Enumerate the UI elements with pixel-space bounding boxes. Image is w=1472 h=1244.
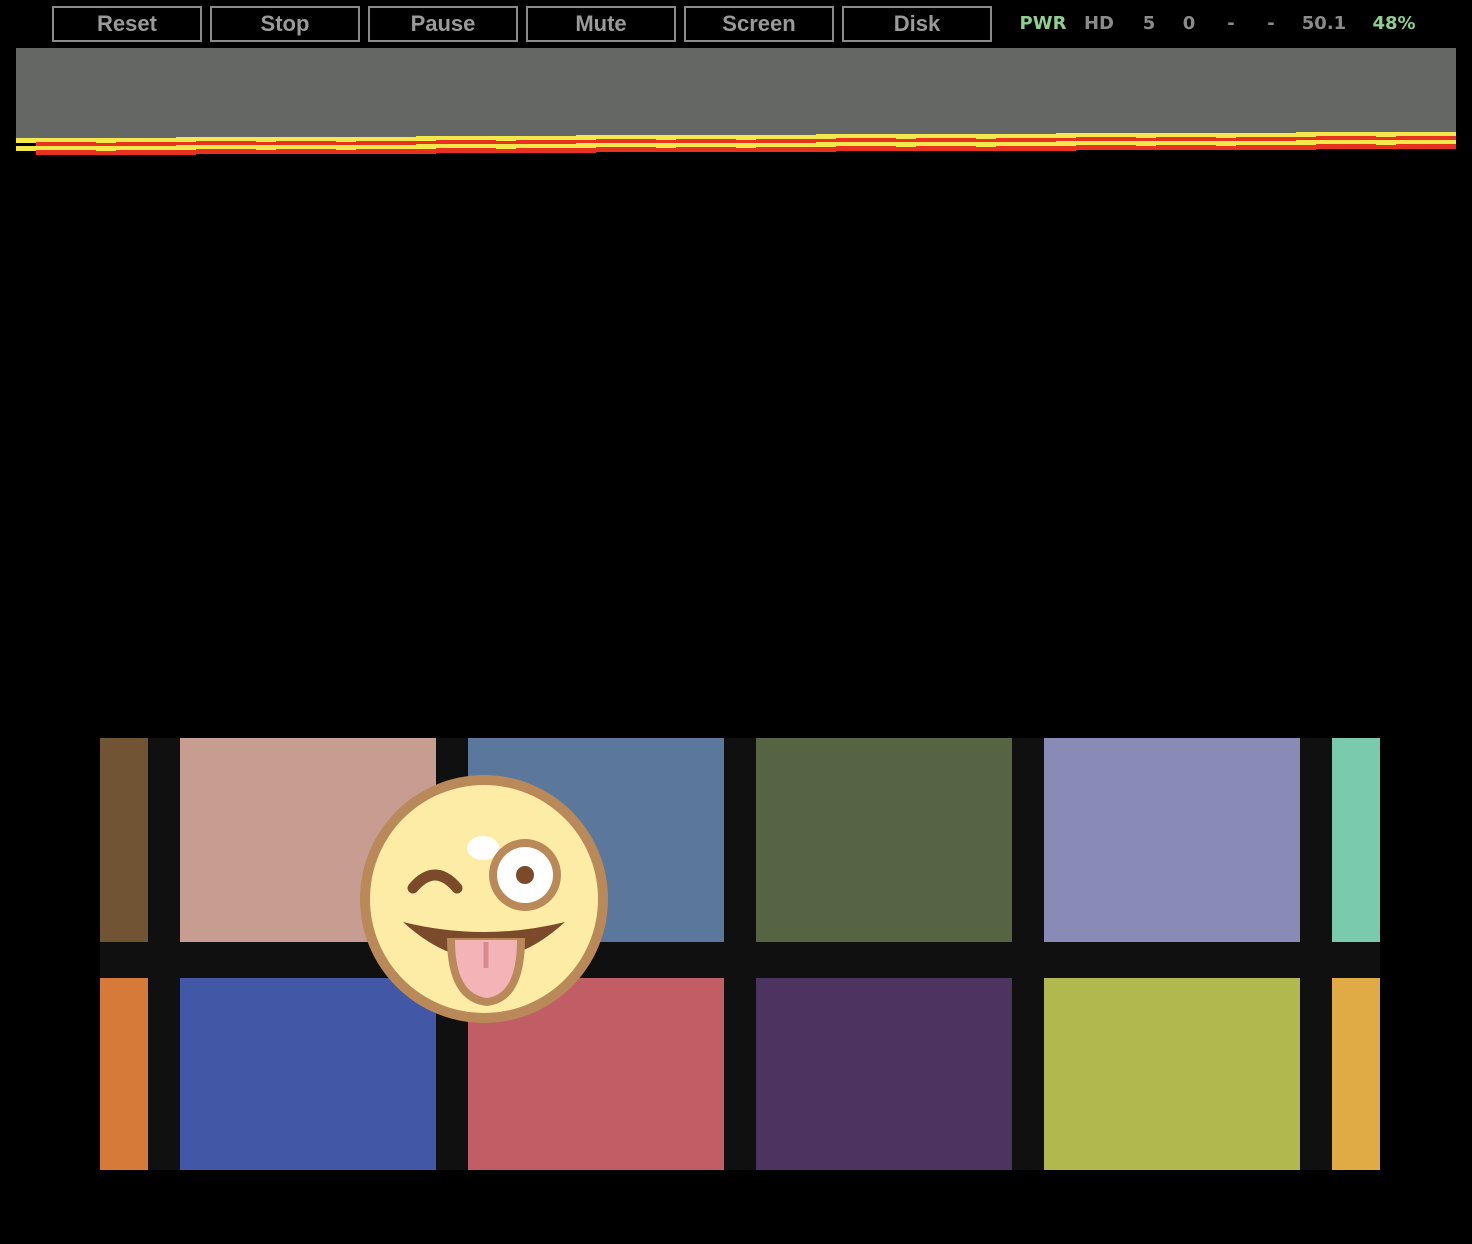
drive3-indicator: - [1227,13,1235,34]
drive1-track-indicator: 5 [1142,13,1156,34]
winking-face-with-tongue-icon [360,775,608,1023]
stop-button[interactable]: Stop [210,6,360,42]
stripe-segment [516,148,596,153]
palette-swatch [1044,978,1300,1170]
stripe-segment [756,147,836,152]
emulator-app: Reset Stop Pause Mute Screen Disk PWR HD… [0,0,1472,1244]
power-led-label: PWR [1019,13,1067,34]
drive2-track-indicator: 0 [1182,13,1196,34]
stripe-segment [996,146,1076,151]
stripe-segment [116,150,196,155]
palette-swatch [1332,738,1380,942]
stripe-segment [356,149,436,154]
mute-button[interactable]: Mute [526,6,676,42]
color-palette-grid [100,738,1380,1170]
pause-button[interactable]: Pause [368,6,518,42]
palette-swatch [100,978,148,1170]
palette-swatch [756,738,1012,942]
toolbar: Reset Stop Pause Mute Screen Disk PWR HD… [0,0,1472,48]
emulator-screen[interactable] [0,48,1472,1244]
stripe-segment [1236,145,1316,150]
stripe-segment [1396,144,1456,149]
drive4-indicator: - [1267,13,1275,34]
speed-readout: 48% [1372,13,1416,34]
fps-readout: 50.1 [1301,13,1347,34]
reset-button[interactable]: Reset [52,6,202,42]
hd-led-label: HD [1083,13,1114,34]
horizon-band [16,48,1456,155]
palette-swatch [1332,978,1380,1170]
screen-button[interactable]: Screen [684,6,834,42]
palette-swatch [1044,738,1300,942]
disk-button[interactable]: Disk [842,6,992,42]
palette-swatch [100,738,148,942]
palette-swatch [756,978,1012,1170]
gray-bar [16,48,1456,138]
